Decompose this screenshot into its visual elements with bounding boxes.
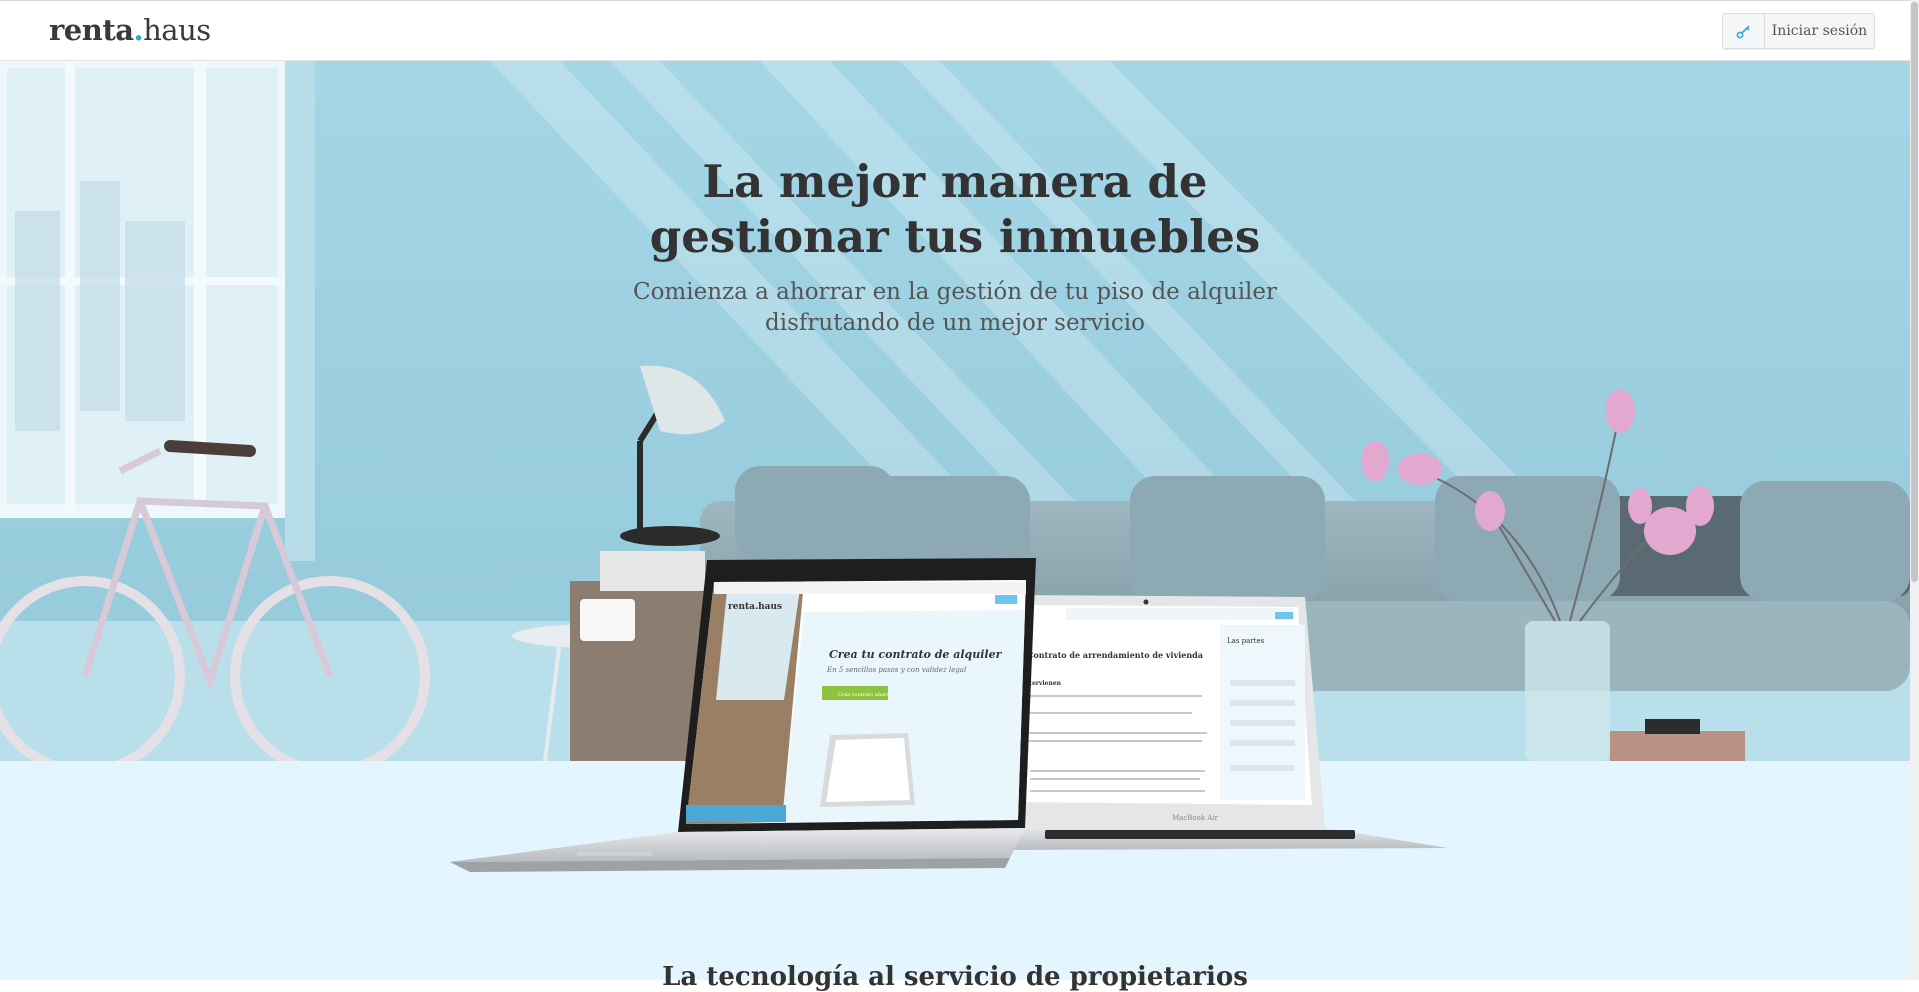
logo-text-haus: haus xyxy=(143,13,211,47)
logo-dot: . xyxy=(133,13,144,47)
page-scrollbar[interactable] xyxy=(1910,0,1919,980)
laptop-left-heading: Crea tu contrato de alquiler xyxy=(829,648,1003,661)
laptop-right-sidebar-title: Las partes xyxy=(1227,637,1265,645)
laptops-mockup: Contrato de arrendamiento de vivienda In… xyxy=(450,558,1448,872)
logo-text-renta: renta xyxy=(49,13,134,47)
laptop-left: renta.haus Crea tu contrato de alquiler … xyxy=(450,558,1036,872)
laptop-left-subheading: En 5 sencillos pasos y con validez legal xyxy=(826,666,966,674)
laptop-right-model-label: MacBook Air xyxy=(1172,814,1219,822)
laptop-left-cta-label: Crea contrato ahora xyxy=(838,692,889,698)
key-icon xyxy=(1723,14,1765,48)
top-navbar: renta.haus Iniciar sesión xyxy=(0,0,1910,61)
laptop-right: Contrato de arrendamiento de vivienda In… xyxy=(1000,595,1448,850)
login-button-label: Iniciar sesión xyxy=(1771,23,1868,39)
laptop-left-brand: renta.haus xyxy=(728,602,782,612)
scrollbar-thumb[interactable] xyxy=(1911,2,1918,582)
laptop-right-doc-title: Contrato de arrendamiento de vivienda xyxy=(1027,650,1203,660)
login-button[interactable]: Iniciar sesión xyxy=(1722,13,1875,49)
site-logo[interactable]: renta.haus xyxy=(49,13,211,47)
